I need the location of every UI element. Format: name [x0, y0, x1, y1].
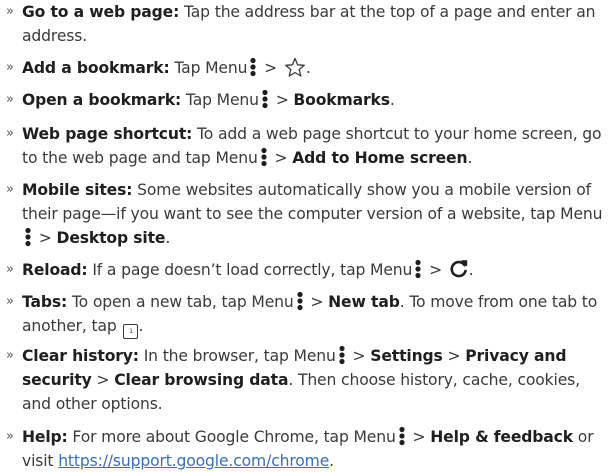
menu-target-new-tab: New tab	[328, 293, 400, 311]
item-end: .	[305, 59, 311, 77]
tab-switcher-icon: 1	[123, 324, 139, 339]
item-end: .	[468, 261, 474, 279]
list-item-web-page-shortcut: » Web page shortcut: To add a web page s…	[6, 122, 612, 170]
item-title: Go to a web page:	[22, 3, 180, 21]
item-title: Help:	[22, 428, 68, 446]
item-text: If a page doesn’t load correctly, tap Me…	[87, 261, 413, 279]
list-item-reload: » Reload: If a page doesn’t load correct…	[6, 258, 612, 282]
item-title: Open a bookmark:	[22, 91, 182, 109]
menu-target-add-to-home: Add to Home screen	[292, 149, 468, 167]
menu-target-settings: Settings	[370, 347, 443, 365]
menu-dots-icon	[398, 426, 406, 446]
list-item-clear-history: » Clear history: In the browser, tap Men…	[6, 344, 612, 416]
item-end: .	[467, 149, 473, 167]
separator: >	[442, 347, 466, 365]
separator: >	[270, 91, 294, 109]
menu-dots-icon	[249, 57, 257, 77]
item-title: Mobile sites:	[22, 181, 133, 199]
bullet: »	[6, 182, 14, 197]
separator: >	[347, 347, 371, 365]
separator: >	[269, 149, 293, 167]
separator: >	[424, 261, 447, 279]
menu-dots-icon	[24, 227, 32, 247]
menu-target-bookmarks: Bookmarks	[293, 91, 390, 109]
item-end: .	[329, 452, 334, 470]
bullet: »	[6, 348, 14, 363]
menu-dots-icon	[338, 345, 346, 365]
separator: >	[407, 428, 431, 446]
list-item-open-bookmark: » Open a bookmark: Tap Menu > Bookmarks.	[6, 88, 612, 112]
item-title: Clear history:	[22, 347, 139, 365]
item-text: To open a new tab, tap Menu	[67, 293, 294, 311]
menu-dots-icon	[414, 259, 422, 279]
list-item-help: » Help: For more about Google Chrome, ta…	[6, 425, 612, 473]
item-title: Add a bookmark:	[22, 59, 170, 77]
bullet: »	[6, 60, 14, 75]
item-text: In the browser, tap Menu	[138, 347, 336, 365]
list-item-mobile-sites: » Mobile sites: Some websites automatica…	[6, 178, 612, 250]
bullet: »	[6, 429, 14, 444]
menu-dots-icon	[296, 291, 304, 311]
item-title: Web page shortcut:	[22, 125, 193, 143]
item-title: Tabs:	[22, 293, 68, 311]
menu-dots-icon	[261, 89, 269, 109]
menu-target-desktop-site: Desktop site	[56, 229, 166, 247]
separator: >	[91, 371, 115, 389]
star-outline-icon	[284, 57, 306, 77]
separator: >	[259, 59, 282, 77]
item-title: Reload:	[22, 261, 88, 279]
menu-target-clear-browsing-data: Clear browsing data	[114, 371, 289, 389]
bullet: »	[6, 126, 14, 141]
separator: >	[305, 293, 329, 311]
item-end: .	[138, 317, 144, 335]
item-end: .	[389, 91, 395, 109]
separator: >	[34, 229, 57, 247]
item-text: For more about Google Chrome, tap Menu	[67, 428, 396, 446]
list-item-add-bookmark: » Add a bookmark: Tap Menu > .	[6, 56, 612, 80]
bullet: »	[6, 262, 14, 277]
menu-dots-icon	[260, 147, 268, 167]
list-item-tabs: » Tabs: To open a new tab, tap Menu > Ne…	[6, 290, 612, 339]
support-link[interactable]: https://support.google.com/chrome	[58, 452, 329, 470]
help-page: » Go to a web page: Tap the address bar …	[0, 0, 616, 470]
item-text: Tap Menu	[169, 59, 248, 77]
item-end: .	[165, 229, 171, 247]
bullet: »	[6, 92, 14, 107]
item-text: Tap Menu	[181, 91, 259, 109]
menu-target-help-feedback: Help & feedback	[430, 428, 573, 446]
reload-icon	[449, 259, 469, 279]
bullet: »	[6, 4, 14, 19]
bullet: »	[6, 294, 14, 309]
list-item-go-to-web-page: » Go to a web page: Tap the address bar …	[6, 0, 612, 48]
